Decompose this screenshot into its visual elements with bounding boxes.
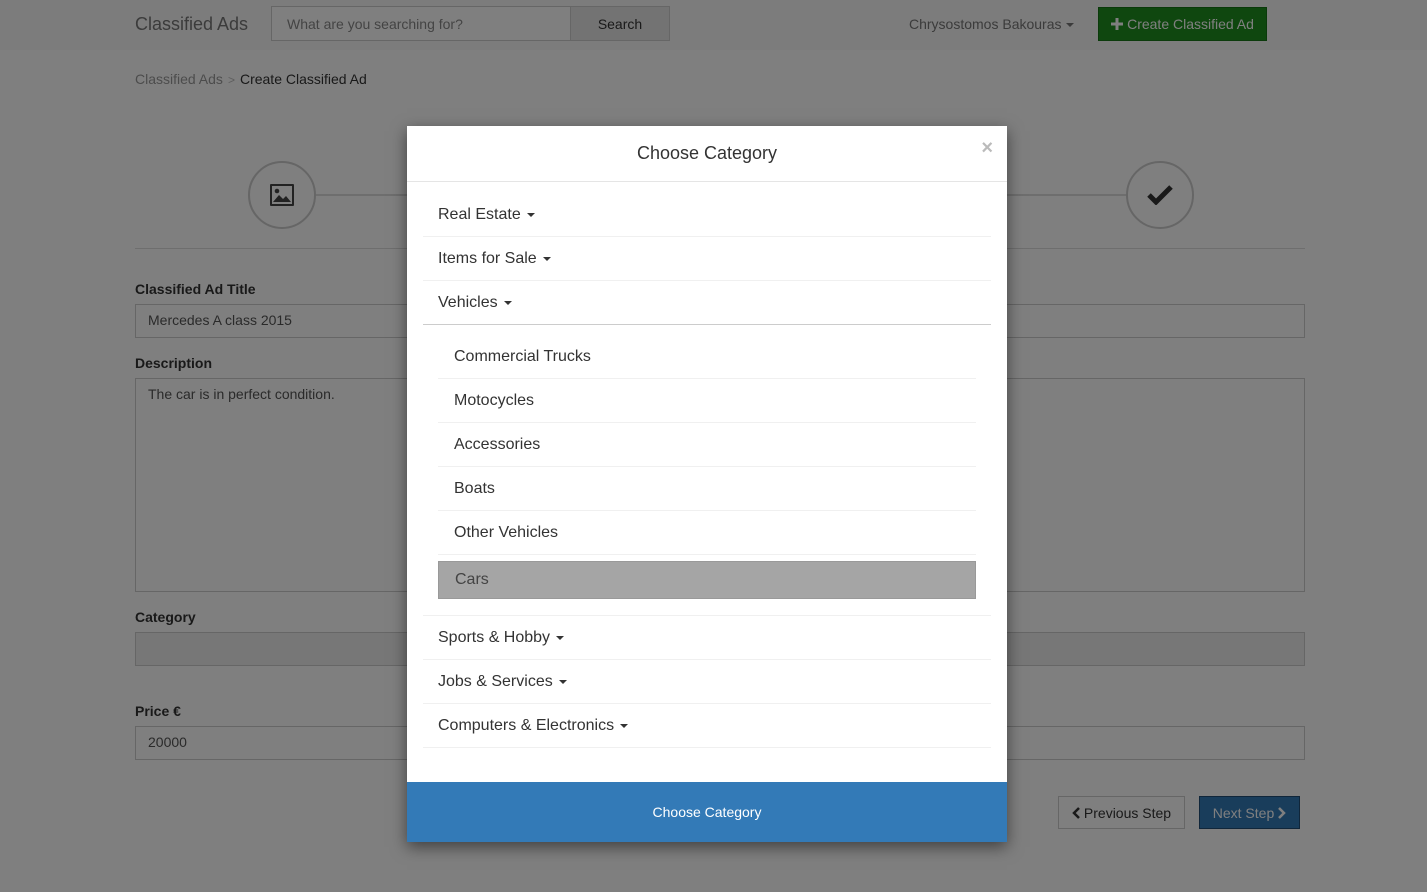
subcategory-item-other-vehicles[interactable]: Other Vehicles [438,511,976,555]
modal-title: Choose Category [636,143,778,163]
caret-down-icon [542,256,551,261]
close-icon[interactable]: × [981,138,993,158]
category-label: Sports & Hobby [438,628,551,646]
category-label: Computers & Electronics [438,716,615,734]
subcategory-item-cars-selected[interactable]: Cars [438,561,976,599]
vehicles-subcategory-list: Commercial Trucks Motocycles Accessories… [423,325,991,616]
category-item-items-for-sale[interactable]: Items for Sale [423,237,991,281]
caret-down-icon [526,212,535,217]
caret-down-icon [556,635,565,640]
caret-down-icon [620,723,629,728]
category-item-computers-electronics[interactable]: Computers & Electronics [423,704,991,748]
category-list: Real Estate Items for Sale Vehicles Comm… [423,193,991,748]
category-item-real-estate[interactable]: Real Estate [423,193,991,237]
modal-header: Choose Category × [407,126,1007,182]
category-item-jobs-services[interactable]: Jobs & Services [423,660,991,704]
choose-category-modal: Choose Category × Real Estate Items for … [407,126,1007,842]
subcategory-item-commercial-trucks[interactable]: Commercial Trucks [438,335,976,379]
category-label: Jobs & Services [438,672,553,690]
category-label: Real Estate [438,205,521,223]
caret-down-icon [558,679,567,684]
subcategory-item-boats[interactable]: Boats [438,467,976,511]
category-item-vehicles[interactable]: Vehicles [423,281,991,325]
subcategory-item-accessories[interactable]: Accessories [438,423,976,467]
caret-down-icon [503,300,512,305]
category-label: Items for Sale [438,249,537,267]
category-item-sports-hobby[interactable]: Sports & Hobby [423,616,991,660]
category-label: Vehicles [438,293,498,311]
choose-category-button[interactable]: Choose Category [407,782,1007,842]
subcategory-item-motocycles[interactable]: Motocycles [438,379,976,423]
